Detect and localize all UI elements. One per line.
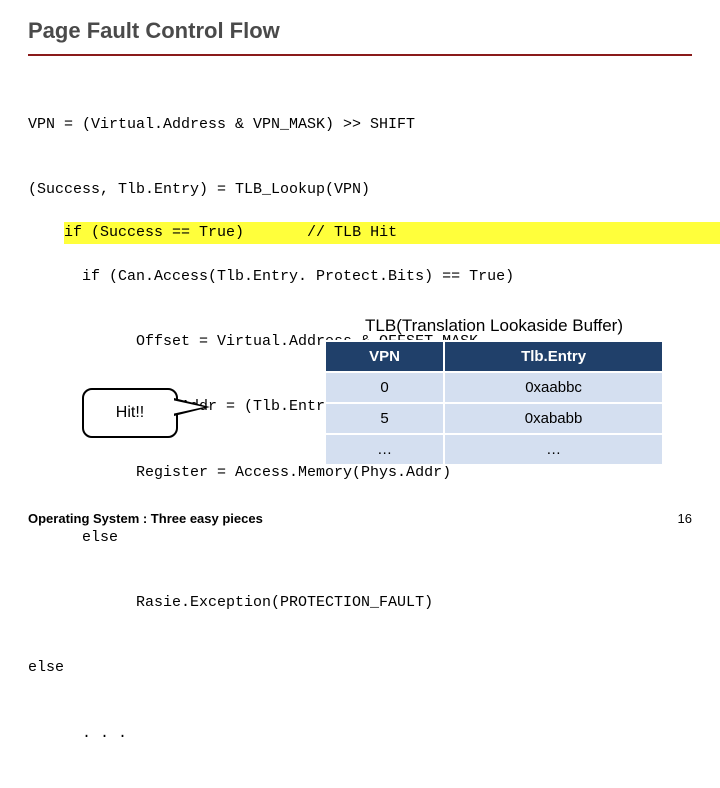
hit-callout: Hit!!: [82, 388, 178, 438]
code-line: else: [28, 527, 692, 549]
table-cell: 0: [325, 372, 444, 403]
slide-title: Page Fault Control Flow: [28, 18, 692, 44]
table-row: 0 0xaabbc: [325, 372, 663, 403]
tlb-table-wrap: TLB(Translation Lookaside Buffer) VPN Tl…: [324, 316, 664, 466]
table-row: … …: [325, 434, 663, 465]
footer-text: Operating System : Three easy pieces: [28, 511, 263, 526]
table-header: Tlb.Entry: [444, 341, 663, 372]
tlb-table-caption: TLB(Translation Lookaside Buffer): [324, 316, 664, 336]
code-line: (Success, Tlb.Entry) = TLB_Lookup(VPN): [28, 179, 692, 201]
table-cell: …: [444, 434, 663, 465]
code-line: . . .: [28, 723, 692, 745]
table-header-row: VPN Tlb.Entry: [325, 341, 663, 372]
code-line: else: [28, 657, 692, 679]
table-row: 5 0xababb: [325, 403, 663, 434]
table-header: VPN: [325, 341, 444, 372]
callout-tail-fill: [172, 400, 204, 414]
code-line: if (Can.Access(Tlb.Entry. Protect.Bits) …: [28, 266, 692, 288]
table-cell: 0xaabbc: [444, 372, 663, 403]
table-cell: 0xababb: [444, 403, 663, 434]
tlb-table: VPN Tlb.Entry 0 0xaabbc 5 0xababb … …: [324, 340, 664, 466]
page-number: 16: [678, 511, 692, 526]
title-rule: [28, 54, 692, 56]
callout-text: Hit!!: [116, 404, 144, 422]
table-cell: 5: [325, 403, 444, 434]
code-line-highlight: if (Success == True) // TLB Hit: [64, 222, 720, 244]
code-line: Rasie.Exception(PROTECTION_FAULT): [28, 592, 692, 614]
code-line: VPN = (Virtual.Address & VPN_MASK) >> SH…: [28, 114, 692, 136]
slide: Page Fault Control Flow VPN = (Virtual.A…: [0, 0, 720, 540]
table-cell: …: [325, 434, 444, 465]
